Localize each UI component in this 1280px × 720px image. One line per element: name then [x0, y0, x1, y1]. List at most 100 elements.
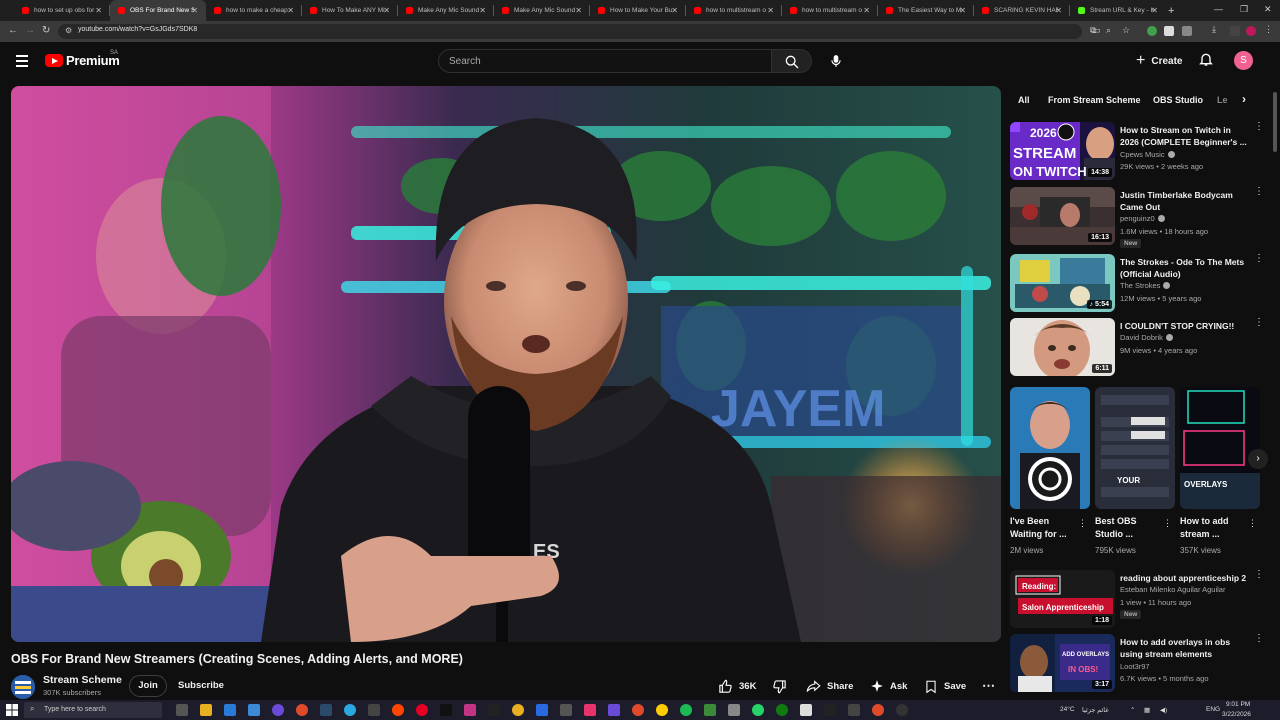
browser-tab[interactable]: how to make a cheap ✕ [206, 0, 302, 21]
chip-obs-studio[interactable]: OBS Studio [1153, 95, 1203, 105]
recommended-video[interactable]: ♪ 5:54 The Strokes - Ode To The Mets (Of… [1010, 254, 1270, 314]
close-tab-icon[interactable]: ✕ [767, 6, 774, 15]
close-tab-icon[interactable]: ✕ [671, 6, 678, 15]
download-icon[interactable]: ⤓ [1212, 24, 1222, 34]
close-tab-icon[interactable]: ✕ [191, 6, 198, 15]
profile-avatar-icon[interactable] [1246, 26, 1256, 36]
weather-temperature[interactable]: 24°C [1060, 706, 1075, 713]
browser-tab[interactable]: The Easiest Way to M ✕ [878, 0, 974, 21]
more-options-icon[interactable]: ⋮ [1254, 570, 1264, 580]
short-item[interactable]: I've Been Waiting for ... 2M views ⋮ [1010, 387, 1090, 555]
more-options-icon[interactable]: ⋮ [1254, 634, 1264, 644]
chip-partial[interactable]: Le [1217, 95, 1228, 105]
short-title[interactable]: I've Been Waiting for ... [1010, 515, 1076, 541]
close-tab-icon[interactable]: ✕ [383, 6, 390, 15]
join-button[interactable]: Join [129, 675, 167, 697]
notifications-button[interactable] [1198, 51, 1216, 69]
whatsapp-icon[interactable] [752, 704, 764, 716]
like-button[interactable]: 36K [718, 676, 756, 696]
short-item[interactable]: YOUR Best OBS Studio ... 795K views ⋮ [1095, 387, 1175, 555]
account-avatar[interactable]: S [1234, 51, 1253, 70]
video-title[interactable]: I COULDN'T STOP CRYING!! [1120, 320, 1248, 332]
app-icon[interactable] [272, 704, 284, 716]
browser-tab[interactable]: how to multistream o ✕ [686, 0, 782, 21]
file-explorer-icon[interactable] [200, 704, 212, 716]
reddit-icon[interactable] [392, 704, 404, 716]
app-icon[interactable] [512, 704, 524, 716]
extension-icon[interactable] [1164, 26, 1174, 36]
hamburger-menu-icon[interactable] [16, 55, 28, 67]
site-info-icon[interactable]: ⚙ [65, 26, 72, 35]
close-tab-icon[interactable]: ✕ [1055, 6, 1062, 15]
video-title[interactable]: How to add overlays in obs using stream … [1120, 636, 1248, 660]
app-icon[interactable] [248, 704, 260, 716]
short-thumbnail[interactable] [1010, 387, 1090, 509]
input-language[interactable]: ENG [1206, 706, 1220, 713]
browser-tab[interactable]: How To Make ANY Mi ✕ [302, 0, 398, 21]
channel-name[interactable]: Esteban Milenko Aguilar Aguilar [1120, 585, 1225, 594]
app-icon[interactable] [656, 704, 668, 716]
video-title[interactable]: The Strokes - Ode To The Mets (Official … [1120, 256, 1248, 280]
search-button[interactable] [772, 49, 812, 73]
minimize-icon[interactable]: — [1214, 4, 1223, 14]
app-icon[interactable] [632, 704, 644, 716]
telegram-icon[interactable] [344, 704, 356, 716]
weather-condition[interactable]: غائم جزئيا [1082, 706, 1109, 714]
video-title[interactable]: reading about apprenticeship 2 [1120, 572, 1248, 584]
maximize-icon[interactable]: ❐ [1240, 4, 1248, 15]
channel-avatar[interactable] [11, 675, 35, 699]
browser-tab[interactable]: SCARING KEVIN HART ✕ [974, 0, 1070, 21]
more-options-icon[interactable]: ⋮ [1254, 187, 1264, 197]
sidebar-scrollbar[interactable] [1273, 92, 1277, 152]
channel-name[interactable]: Stream Scheme [43, 674, 122, 686]
video-thumbnail[interactable]: Reading: Salon Apprenticeship 1:18 [1010, 570, 1115, 628]
close-tab-icon[interactable]: ✕ [95, 6, 102, 15]
voice-search-button[interactable] [824, 49, 848, 73]
channel-name[interactable]: penguinz0 [1120, 214, 1165, 223]
create-button[interactable]: + Create [1130, 49, 1190, 73]
xbox-icon[interactable] [776, 704, 788, 716]
channel-name[interactable]: The Strokes [1120, 281, 1171, 290]
app-icon[interactable] [800, 704, 812, 716]
close-tab-icon[interactable]: ✕ [287, 6, 294, 15]
subscribe-button[interactable]: Subscribe [170, 675, 232, 697]
video-thumbnail[interactable]: 2026 STREAM ON TWITCH 14:38 [1010, 122, 1115, 180]
browser-tab[interactable]: how to multistream o ✕ [782, 0, 878, 21]
obs-icon[interactable] [896, 704, 908, 716]
clock-date[interactable]: 3/22/2026 [1222, 711, 1251, 718]
browser-tab-active[interactable]: OBS For Brand New St ✕ [110, 0, 206, 21]
app-icon[interactable] [728, 704, 740, 716]
browser-tab[interactable]: how to set up obs for ✕ [14, 0, 110, 21]
browser-menu-icon[interactable]: ⋮ [1264, 24, 1274, 34]
recommended-video[interactable]: ADD OVERLAYS IN OBS! 3:17 How to add ove… [1010, 634, 1270, 694]
short-title[interactable]: Best OBS Studio ... [1095, 515, 1161, 541]
dislike-button[interactable] [772, 676, 787, 696]
windows-start-icon[interactable] [6, 704, 18, 716]
recommended-video[interactable]: 16:13 Justin Timberlake Bodycam Came Out… [1010, 187, 1270, 248]
network-icon[interactable]: ▦ [1144, 706, 1150, 714]
clock-time[interactable]: 9:01 PM [1226, 701, 1250, 708]
recommended-video[interactable]: 6:11 I COULDN'T STOP CRYING!! David Dobr… [1010, 318, 1270, 378]
zoom-icon[interactable]: ⌕ [1106, 25, 1111, 36]
app-icon[interactable] [368, 704, 380, 716]
ask-button[interactable]: Ask [870, 676, 907, 696]
browser-tab[interactable]: How to Make Your Bu ✕ [590, 0, 686, 21]
forward-icon[interactable]: → [25, 25, 35, 36]
video-player[interactable]: JAYEM ES [11, 86, 1001, 642]
chip-all[interactable]: All [1018, 95, 1030, 105]
more-options-icon[interactable]: ⋮ [1254, 122, 1264, 132]
search-input[interactable]: Search [438, 49, 772, 73]
app-icon[interactable] [608, 704, 620, 716]
youtube-logo-icon[interactable] [45, 54, 63, 67]
recommended-video[interactable]: 2026 STREAM ON TWITCH 14:38 How to Strea… [1010, 122, 1270, 182]
close-tab-icon[interactable]: ✕ [575, 6, 582, 15]
recommended-video[interactable]: Reading: Salon Apprenticeship 1:18 readi… [1010, 570, 1270, 630]
share-button[interactable]: Share [806, 676, 853, 696]
threads-icon[interactable] [488, 704, 500, 716]
app-icon[interactable] [584, 704, 596, 716]
close-tab-icon[interactable]: ✕ [479, 6, 486, 15]
chip-from-stream-scheme[interactable]: From Stream Scheme [1048, 95, 1141, 105]
channel-name[interactable]: Cpews Music [1120, 150, 1175, 159]
channel-name[interactable]: Loot3r97 [1120, 662, 1150, 671]
browser-tab[interactable]: Make Any Mic Sound ✕ [398, 0, 494, 21]
